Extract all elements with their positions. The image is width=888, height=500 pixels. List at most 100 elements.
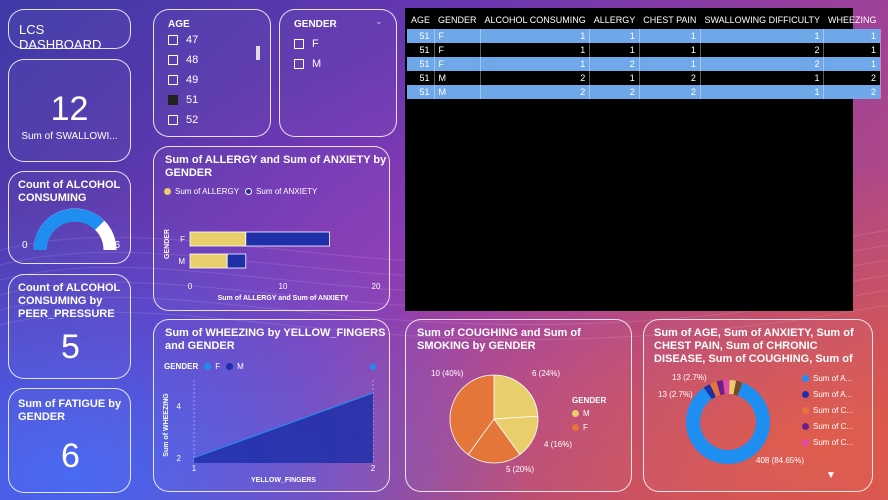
age-slicer-scrollbar[interactable] (256, 46, 260, 60)
pie-data-label: 10 (40%) (431, 369, 464, 378)
table-cell: 1 (700, 29, 825, 43)
bar-sum-of-anxiety[interactable] (245, 231, 330, 247)
y-tick-label: 2 (177, 454, 182, 463)
data-point[interactable] (370, 363, 376, 370)
sum-of-age-donut-card[interactable]: Sum of AGE, Sum of ANXIETY, Sum of CHEST… (643, 319, 873, 492)
age-option-label: 49 (186, 74, 199, 86)
table-cell: 1 (589, 43, 640, 57)
gender-slicer[interactable]: GENDER ⌄ FM (279, 9, 397, 137)
kpi-swallowing-card[interactable]: 12 Sum of SWALLOWI... (8, 59, 131, 162)
x-tick-label: 1 (192, 464, 197, 473)
checkbox[interactable] (168, 35, 178, 45)
checkbox[interactable] (294, 59, 304, 69)
y-tick-label: F (180, 235, 185, 244)
allergy-anxiety-plot: F M 0 10 20 Sum of ALLERGY and Sum of ANXIETY… (164, 229, 381, 302)
donut-slice[interactable] (733, 380, 743, 396)
age-slicer[interactable]: AGE 47 48 49 51 52 (153, 9, 271, 137)
table-cell: 2 (700, 57, 825, 71)
age-option[interactable]: 48 (168, 50, 258, 70)
checkbox[interactable] (168, 95, 178, 105)
bar-sum-of-anxiety[interactable] (226, 253, 247, 269)
data-table-panel[interactable]: AGE GENDER ALCOHOL CONSUMING ALLERGY CHEST P… (405, 8, 881, 311)
column-header[interactable]: WHEEZING (824, 11, 881, 29)
table-cell: 1 (823, 43, 881, 57)
chevron-down-icon[interactable]: ⌄ (375, 16, 383, 27)
table-cell: 51 (407, 29, 435, 43)
gauge-alcohol-card[interactable]: Count of ALCOHOL CONSUMING 0 16 (8, 171, 131, 264)
checkbox[interactable] (168, 115, 178, 125)
column-header[interactable]: ALLERGY (590, 11, 640, 29)
y-tick-label: 4 (177, 402, 182, 411)
allergy-anxiety-chart-card[interactable]: Sum of ALLERGY and Sum of ANXIETY by GEN… (153, 146, 390, 311)
donut-slice[interactable] (709, 381, 721, 397)
table-row[interactable]: 51 F 1 2 1 2 1 (407, 57, 881, 71)
table-cell: 51 (407, 85, 435, 99)
column-header[interactable]: AGE (407, 11, 434, 29)
table-cell: 2 (639, 85, 701, 99)
bar-sum-of-allergy[interactable] (189, 231, 247, 247)
donut-slice[interactable] (703, 384, 717, 400)
checkbox[interactable] (168, 55, 178, 65)
donut-slice[interactable] (716, 380, 725, 396)
coughing-smoking-chart-card[interactable]: Sum of COUGHING and Sum of SMOKING by GE… (405, 319, 632, 492)
gender-option[interactable]: F (294, 34, 384, 54)
dashboard-title-card: LCS DASHBOARD (8, 9, 131, 52)
table-cell: 51 (407, 43, 435, 57)
age-option[interactable]: 51 (168, 90, 258, 110)
age-option-label: 47 (186, 34, 199, 46)
legend-scroll-down-icon[interactable]: ▼ (826, 470, 836, 481)
gender-option[interactable]: M (294, 54, 384, 74)
pie-data-label: 6 (24%) (532, 369, 560, 378)
kpi-swallowing-label: Sum of SWALLOWI... (21, 131, 118, 142)
table-cell: 1 (480, 43, 591, 57)
age-slicer-title: AGE (168, 19, 190, 30)
kpi-fatigue-value: 6 (61, 437, 80, 475)
table-row[interactable]: 51 M 2 1 2 1 2 (407, 71, 881, 85)
donut-legend-label: Sum of C... (813, 422, 854, 431)
donut-legend-item[interactable]: Sum of C... (802, 406, 853, 415)
pie-slice[interactable] (493, 374, 539, 420)
table-cell: 1 (639, 43, 701, 57)
age-option[interactable]: 49 (168, 70, 258, 90)
x-tick-label: 20 (372, 282, 381, 291)
donut-data-label: 13 (2.7%) (658, 390, 693, 399)
age-option-label: 51 (186, 94, 199, 106)
kpi-fatigue-title: Sum of FATIGUE by GENDER (18, 398, 122, 423)
wheezing-chart-card[interactable]: Sum of WHEEZING by YELLOW_FINGERS and GE… (153, 319, 390, 492)
area-series-f[interactable] (194, 392, 373, 463)
age-option[interactable]: 47 (168, 30, 258, 50)
checkbox[interactable] (168, 75, 178, 85)
checkbox[interactable] (294, 39, 304, 49)
gauge-fill (33, 208, 105, 251)
table-cell: 2 (823, 85, 881, 99)
donut-data-label: 13 (2.7%) (672, 373, 707, 382)
donut-legend-item[interactable]: Sum of A... (802, 390, 853, 399)
table-row[interactable]: 51 F 1 1 1 1 1 (407, 29, 881, 43)
donut-legend-item[interactable]: Sum of A... (802, 374, 853, 383)
table-cell: 1 (700, 71, 825, 85)
column-header[interactable]: SWALLOWING DIFFICULTY (700, 11, 824, 29)
table-cell: F (434, 43, 482, 57)
table-cell: 1 (700, 85, 825, 99)
column-header[interactable]: GENDER (434, 11, 481, 29)
x-axis-title: YELLOW_FINGERS (251, 477, 316, 484)
kpi-fatigue-card[interactable]: Sum of FATIGUE by GENDER 6 (8, 388, 131, 493)
table-cell: F (434, 57, 482, 71)
table-cell: M (434, 85, 482, 99)
y-axis-title: GENDER (164, 229, 171, 259)
table-row[interactable]: 51 F 1 1 1 2 1 (407, 43, 881, 57)
column-header[interactable]: ALCOHOL CONSUMING (481, 11, 590, 29)
donut-slice[interactable] (686, 382, 770, 464)
donut-legend-item[interactable]: Sum of C... (802, 422, 853, 431)
table-cell: 1 (589, 71, 640, 85)
pie-legend-f: F (572, 423, 606, 432)
age-option[interactable]: 52 (168, 110, 258, 130)
kpi-peer-pressure-card[interactable]: Count of ALCOHOL CONSUMING by PEER_PRESS… (8, 274, 131, 379)
bar-sum-of-allergy[interactable] (189, 253, 228, 269)
table-cell: 2 (589, 57, 640, 71)
donut-legend-item[interactable]: Sum of C... (802, 438, 853, 447)
donut-slice[interactable] (728, 380, 737, 395)
table-cell: 1 (639, 57, 701, 71)
column-header[interactable]: CHEST PAIN (639, 11, 700, 29)
table-row[interactable]: 51 M 2 2 2 1 2 (407, 85, 881, 99)
